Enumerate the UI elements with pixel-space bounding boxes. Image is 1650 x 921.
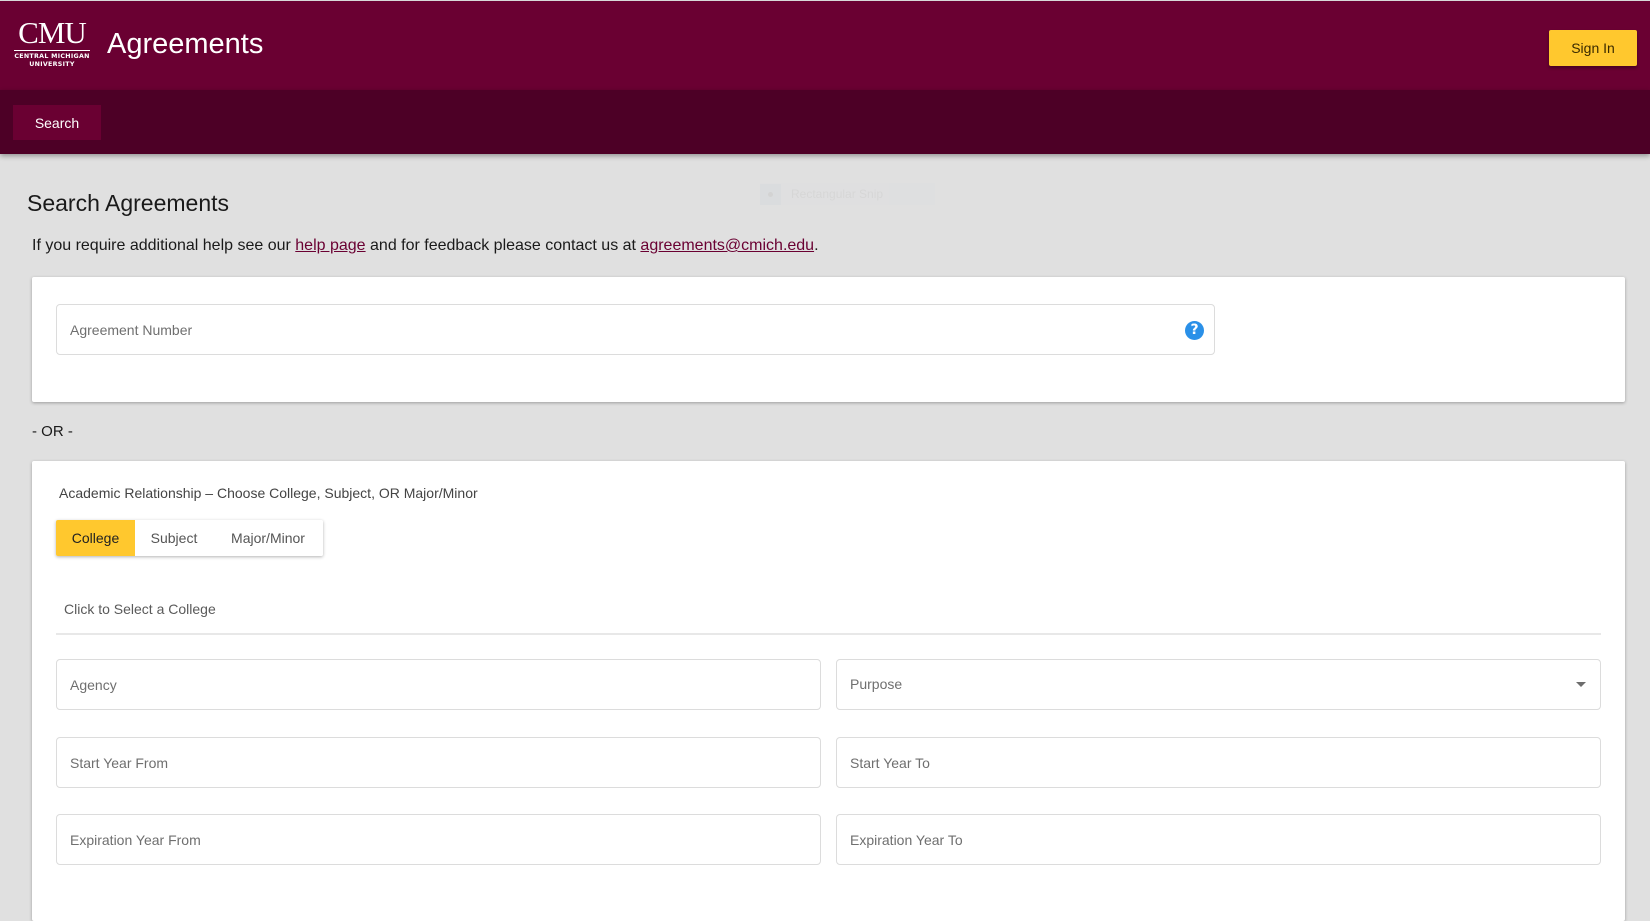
- start-year-from-field[interactable]: [56, 737, 821, 788]
- agreement-number-field[interactable]: ?: [56, 304, 1215, 355]
- academic-relationship-label: Academic Relationship – Choose College, …: [59, 485, 478, 501]
- start-year-from-input[interactable]: [70, 738, 773, 787]
- help-page-link[interactable]: help page: [295, 237, 365, 254]
- agreement-number-card: ?: [32, 277, 1625, 402]
- page-title: Search Agreements: [27, 190, 230, 216]
- main-nav: Search: [0, 90, 1650, 154]
- email-link[interactable]: agreements@cmich.edu: [640, 237, 814, 254]
- snip-icon: [760, 183, 781, 205]
- logo-line-2: UNIVERSITY: [29, 61, 75, 68]
- help-text-suffix: .: [814, 237, 819, 254]
- start-year-to-field[interactable]: [836, 737, 1601, 788]
- help-text: If you require additional help see our h…: [32, 237, 819, 255]
- cmu-logo[interactable]: CMU CENTRAL MICHIGAN UNIVERSITY: [12, 15, 92, 75]
- advanced-search-card: Academic Relationship – Choose College, …: [32, 461, 1625, 921]
- expiration-year-from-field[interactable]: [56, 814, 821, 865]
- sign-in-button[interactable]: Sign In: [1549, 30, 1637, 66]
- expiration-year-to-field[interactable]: [836, 814, 1601, 865]
- toggle-college[interactable]: College: [56, 520, 135, 556]
- dropdown-arrow-icon[interactable]: [1576, 682, 1586, 687]
- start-year-to-input[interactable]: [850, 738, 1553, 787]
- or-separator: - OR -: [32, 423, 73, 440]
- expiration-year-from-input[interactable]: [70, 815, 773, 864]
- logo-line-1: CENTRAL MICHIGAN: [14, 53, 90, 60]
- snip-tool-overlay: Rectangular Snip: [760, 183, 935, 205]
- help-text-prefix: If you require additional help see our: [32, 237, 296, 254]
- purpose-select[interactable]: Purpose: [836, 659, 1601, 710]
- agency-field[interactable]: [56, 659, 821, 710]
- agreement-number-input[interactable]: [70, 305, 1167, 354]
- app-header: CMU CENTRAL MICHIGAN UNIVERSITY Agreemen…: [0, 0, 1650, 90]
- purpose-placeholder: Purpose: [850, 676, 903, 692]
- logo-wordmark: CMU: [18, 15, 87, 50]
- academic-type-toggle: College Subject Major/Minor: [56, 520, 323, 556]
- question-circle-icon[interactable]: ?: [1185, 321, 1204, 340]
- college-select[interactable]: Click to Select a College: [56, 583, 1601, 635]
- toggle-major-minor[interactable]: Major/Minor: [213, 520, 323, 556]
- college-select-prompt: Click to Select a College: [64, 601, 216, 617]
- nav-item-search[interactable]: Search: [13, 105, 101, 140]
- logo-rule: [14, 50, 90, 51]
- expiration-year-to-input[interactable]: [850, 815, 1553, 864]
- agency-input[interactable]: [70, 660, 773, 709]
- help-text-middle: and for feedback please contact us at: [365, 237, 641, 254]
- snip-label: Rectangular Snip: [791, 187, 884, 201]
- toggle-subject[interactable]: Subject: [135, 520, 213, 556]
- app-title: Agreements: [107, 28, 264, 60]
